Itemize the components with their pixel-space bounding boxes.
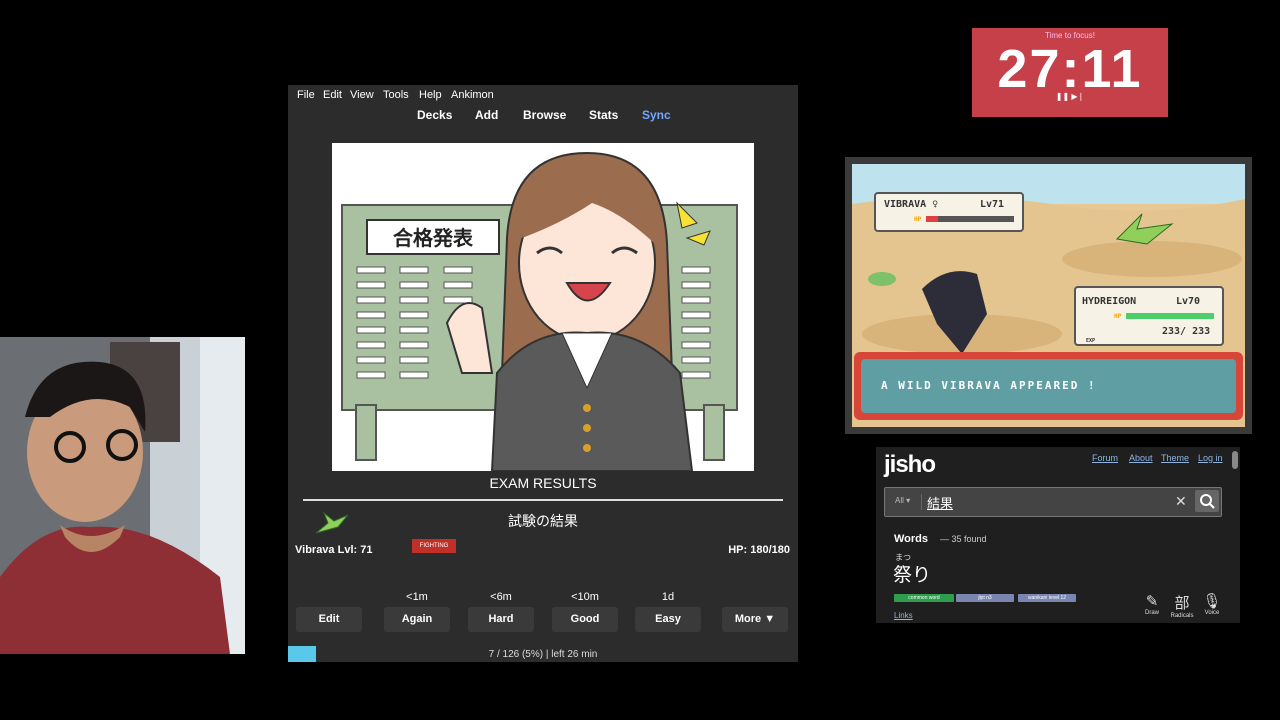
battle-message: A WILD VIBRAVA APPEARED ! xyxy=(881,379,1097,392)
menu-help[interactable]: Help xyxy=(419,89,442,101)
search-input[interactable]: 結果 xyxy=(927,493,953,512)
easy-button[interactable]: Easy xyxy=(635,607,701,632)
enemy-hp-fill xyxy=(926,216,938,222)
player-hp-bar xyxy=(1126,313,1214,319)
interval-good: <10m xyxy=(571,591,599,603)
player-name: HYDREIGON xyxy=(1082,296,1137,307)
search-icon xyxy=(1200,494,1215,509)
more-button[interactable]: More ▼ xyxy=(722,607,788,632)
menu-ankimon[interactable]: Ankimon xyxy=(451,89,494,101)
battle-dialog: A WILD VIBRAVA APPEARED ! xyxy=(854,352,1243,420)
link-about[interactable]: About xyxy=(1129,453,1153,463)
enemy-name: VIBRAVA ♀ xyxy=(884,199,939,210)
pokemon-hp: HP: 180/180 xyxy=(728,544,790,556)
menu-bar: File Edit View Tools Help Ankimon xyxy=(288,85,798,105)
again-button[interactable]: Again xyxy=(384,607,450,632)
player-hp-fill xyxy=(1126,313,1214,319)
microphone-icon: 🎙 xyxy=(1202,593,1222,610)
card-divider xyxy=(303,499,783,501)
vibrava-sprite xyxy=(314,509,350,537)
link-theme[interactable]: Theme xyxy=(1161,453,1189,463)
radicals-tool[interactable]: 部 Radicals xyxy=(1169,592,1195,619)
main-toolbar: Decks Add Browse Stats Sync xyxy=(288,105,798,127)
timer-time: 27:11 xyxy=(997,39,1143,99)
words-count: — 35 found xyxy=(940,534,987,544)
webcam-image xyxy=(0,337,245,654)
hard-button[interactable]: Hard xyxy=(468,607,534,632)
voice-tool[interactable]: 🎙 Voice xyxy=(1199,592,1225,616)
player-hp-value: 233/ 233 xyxy=(1162,326,1211,337)
radicals-label: Radicals xyxy=(1170,613,1194,619)
card-illustration: 合格発表 xyxy=(332,143,754,472)
jisho-logo[interactable]: jisho xyxy=(884,451,936,479)
link-login[interactable]: Log in xyxy=(1198,453,1223,463)
focus-timer: Time to focus! 27:11 ❚❚ ▶❘ xyxy=(972,28,1168,117)
menu-edit[interactable]: Edit xyxy=(323,89,342,101)
good-button[interactable]: Good xyxy=(552,607,618,632)
interval-easy: 1d xyxy=(661,591,675,603)
toolbar-add[interactable]: Add xyxy=(475,108,498,122)
link-forum[interactable]: Forum xyxy=(1092,453,1118,463)
toolbar-browse[interactable]: Browse xyxy=(523,108,566,122)
card-japanese: 試験の結果 xyxy=(508,513,578,529)
voice-label: Voice xyxy=(1204,610,1220,616)
enemy-hp-bar xyxy=(926,216,1014,222)
draw-label: Draw xyxy=(1144,610,1159,616)
pokemon-name-level: Vibrava Lvl: 71 xyxy=(295,544,373,556)
radicals-icon: 部 xyxy=(1174,595,1190,612)
enemy-level: Lv71 xyxy=(980,199,1005,210)
player-hp-label: HP xyxy=(1114,313,1122,320)
interval-again: <1m xyxy=(406,591,428,603)
toolbar-sync[interactable]: Sync xyxy=(642,108,671,122)
result-word[interactable]: 祭り xyxy=(893,560,931,587)
type-badge: FIGHTING xyxy=(412,539,456,553)
draw-tool[interactable]: ✎ Draw xyxy=(1139,592,1165,616)
menu-view[interactable]: View xyxy=(350,89,374,101)
links-link[interactable]: Links xyxy=(894,611,913,620)
player-hp-box: HYDREIGON Lv70 HP 233/ 233 EXP xyxy=(1074,286,1224,346)
battle-scene: VIBRAVA ♀ Lv71 HP HYDREIGON Lv70 HP 233/… xyxy=(852,164,1245,427)
webcam-feed xyxy=(0,337,245,654)
tag-wanikani: wanikani level 12 xyxy=(1018,594,1076,602)
enemy-hp-label: HP xyxy=(914,216,922,223)
anki-window: File Edit View Tools Help Ankimon Decks … xyxy=(288,85,798,662)
search-button[interactable] xyxy=(1195,490,1219,512)
player-level: Lv70 xyxy=(1176,296,1201,307)
toolbar-stats[interactable]: Stats xyxy=(589,108,618,122)
exp-label: EXP xyxy=(1086,338,1096,344)
jisho-window: jisho Forum About Theme Log in All ▾ 結果 … xyxy=(876,447,1240,623)
tag-common: common word xyxy=(894,594,954,602)
search-filter[interactable]: All ▾ xyxy=(895,496,910,505)
menu-file[interactable]: File xyxy=(297,89,315,101)
game-window: VIBRAVA ♀ Lv71 HP HYDREIGON Lv70 HP 233/… xyxy=(845,157,1252,434)
words-heading: Words xyxy=(894,533,929,545)
menu-tools[interactable]: Tools xyxy=(383,89,409,101)
card-title: EXAM RESULTS xyxy=(489,475,597,491)
sign-text: 合格発表 xyxy=(393,226,474,250)
interval-hard: <6m xyxy=(490,591,512,603)
toolbar-decks[interactable]: Decks xyxy=(417,108,452,122)
tag-jlpt: jlpt n3 xyxy=(956,594,1014,602)
clear-icon[interactable]: ✕ xyxy=(1175,493,1187,510)
edit-button[interactable]: Edit xyxy=(296,607,362,632)
search-field[interactable]: All ▾ 結果 ✕ xyxy=(884,487,1222,517)
enemy-hp-box: VIBRAVA ♀ Lv71 HP xyxy=(874,192,1024,232)
progress-text: 7 / 126 (5%) | left 26 min xyxy=(488,649,598,660)
scrollbar[interactable] xyxy=(1232,451,1238,469)
draw-icon: ✎ xyxy=(1145,593,1159,610)
